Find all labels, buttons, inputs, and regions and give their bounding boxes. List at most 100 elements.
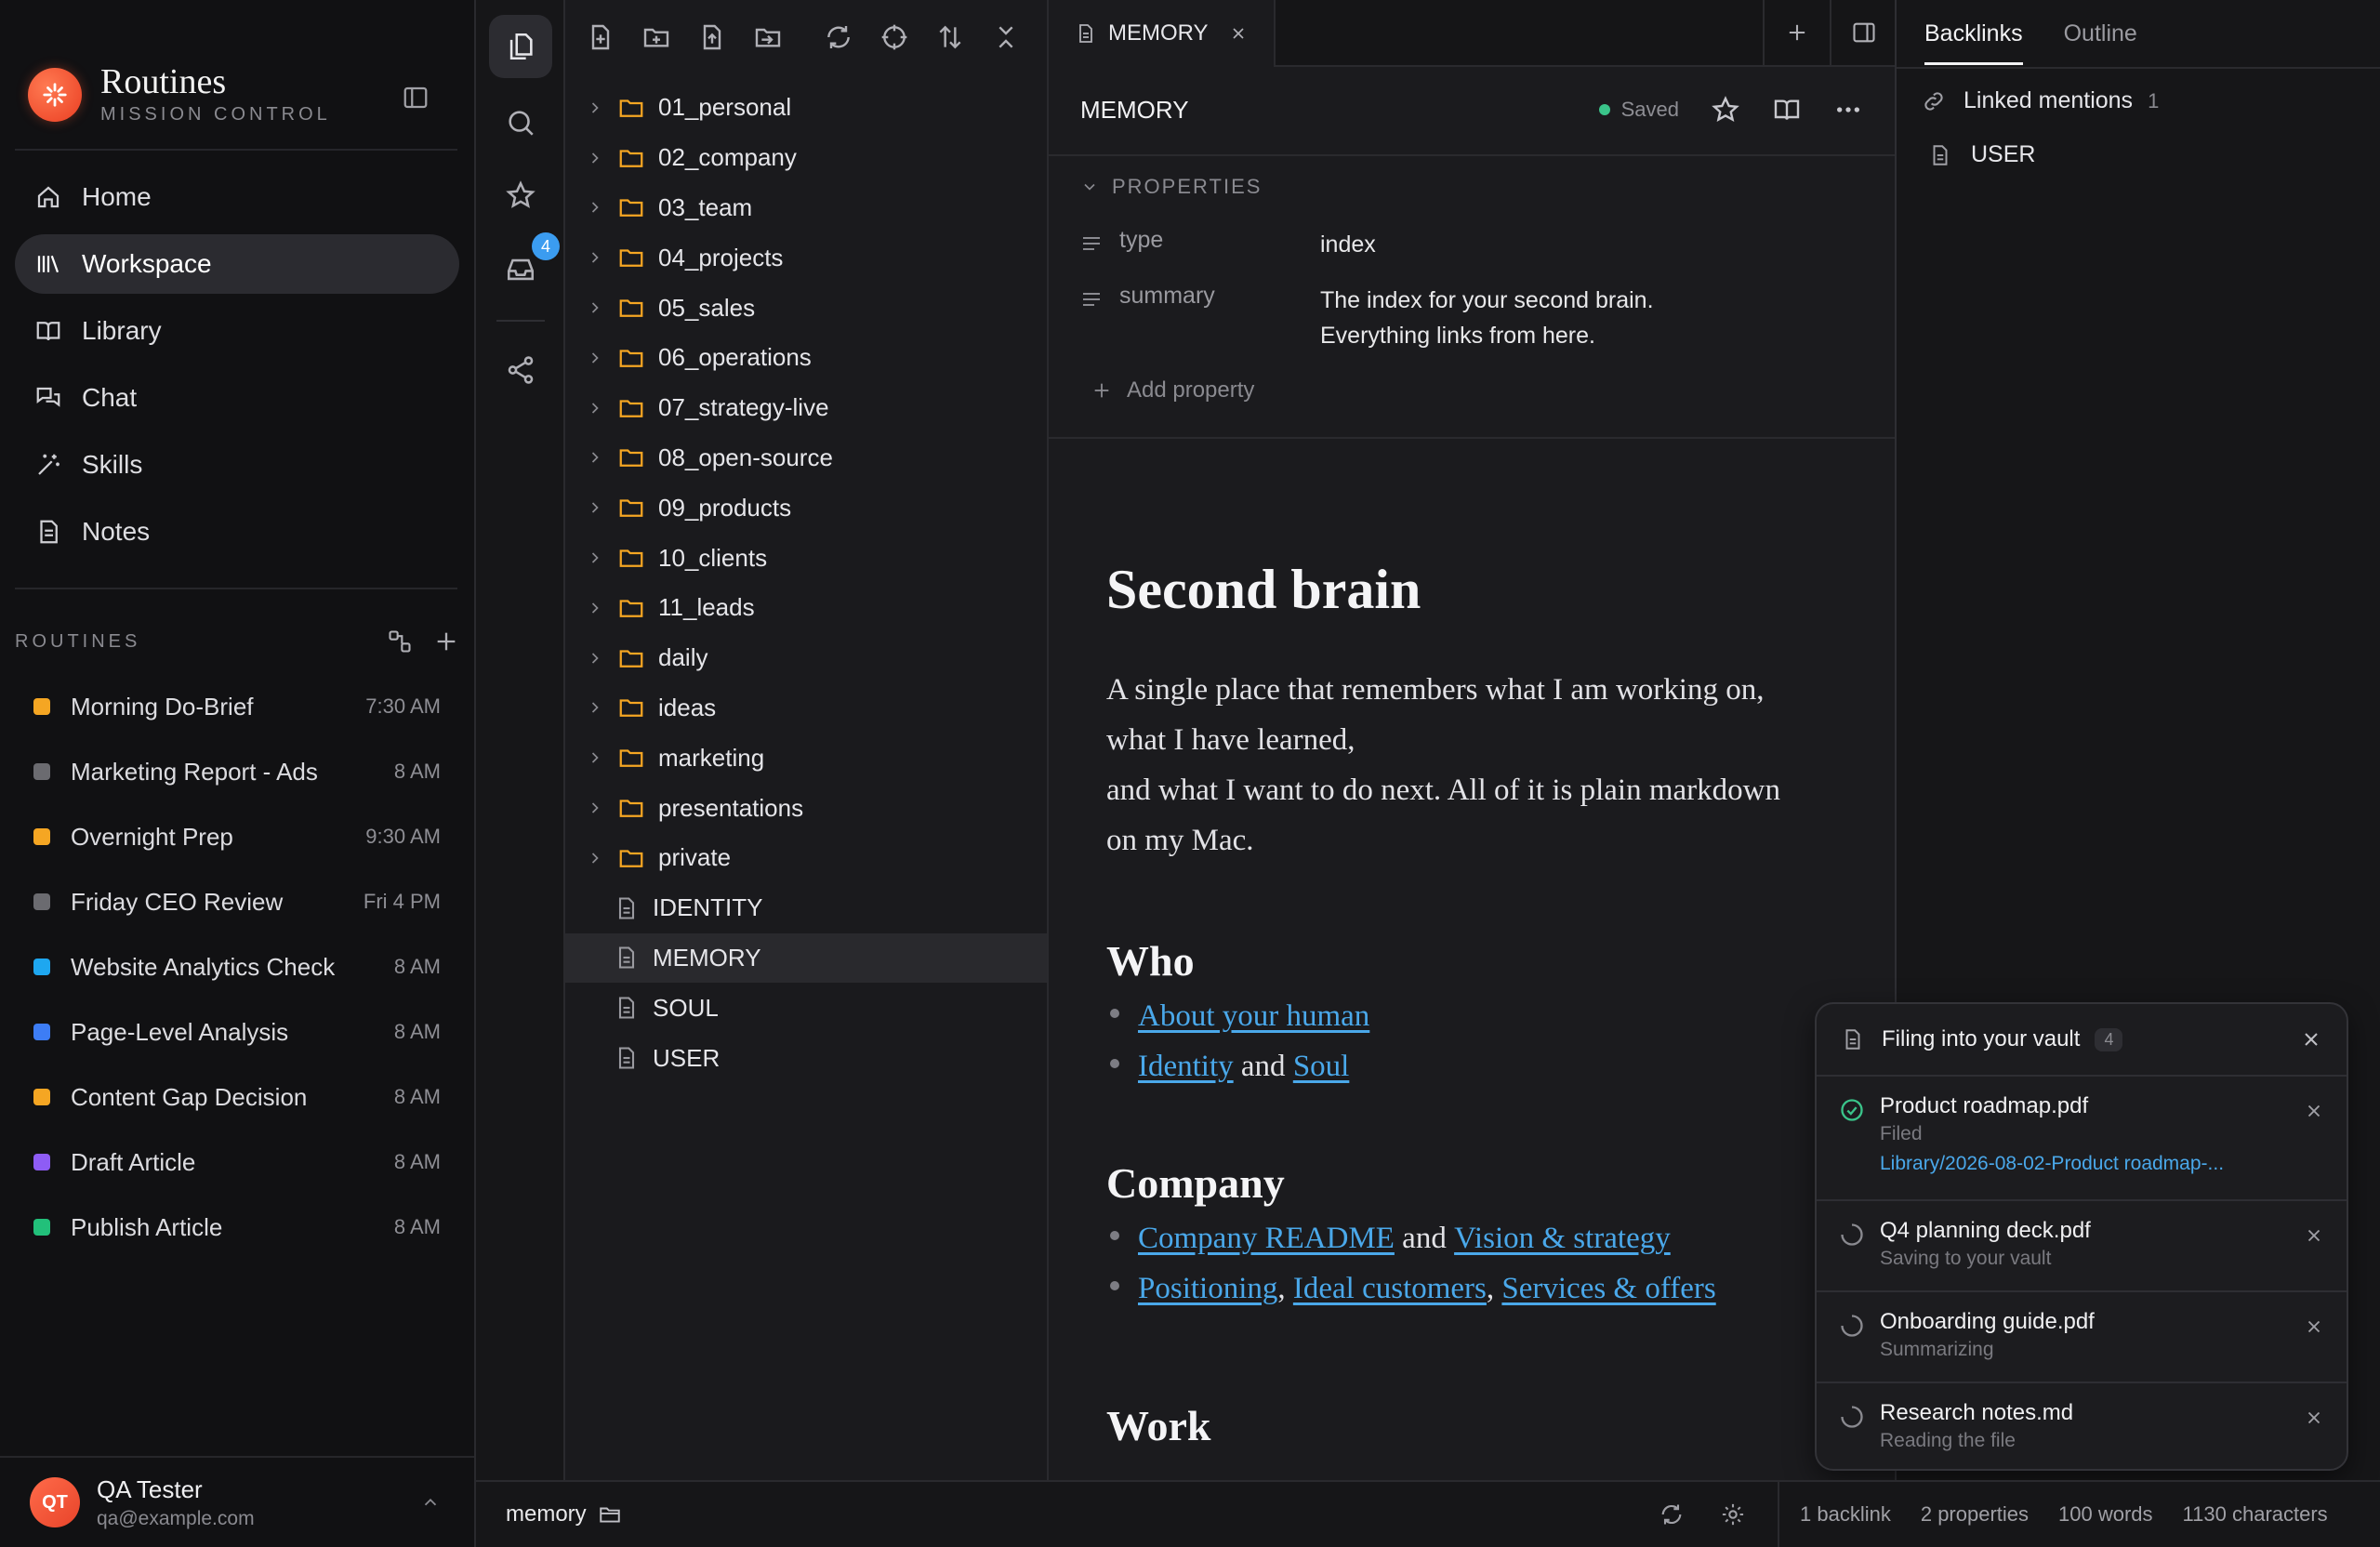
routine-item[interactable]: Friday CEO Review Fri 4 PM — [15, 869, 459, 934]
star-icon[interactable] — [489, 164, 552, 227]
chevron-right-icon[interactable] — [586, 599, 604, 617]
dismiss-icon[interactable] — [2304, 1101, 2324, 1121]
files-icon[interactable] — [489, 15, 552, 78]
routine-item[interactable]: Website Analytics Check 8 AM — [15, 934, 459, 999]
folder-item[interactable]: private — [565, 833, 1047, 883]
routine-item[interactable]: Publish Article 8 AM — [15, 1195, 459, 1260]
link-soul[interactable]: Soul — [1293, 1041, 1350, 1091]
folder-item[interactable]: ideas — [565, 683, 1047, 734]
brand[interactable]: Routines MISSION CONTROL — [28, 63, 331, 126]
close-tab-icon[interactable] — [1229, 24, 1248, 43]
close-icon[interactable] — [2300, 1028, 2322, 1051]
locate-crosshair-icon[interactable] — [879, 22, 909, 52]
chevron-right-icon[interactable] — [586, 498, 604, 517]
folder-item[interactable]: 03_team — [565, 183, 1047, 233]
more-options-icon[interactable] — [1833, 95, 1863, 125]
link-vision-strategy[interactable]: Vision & strategy — [1454, 1213, 1671, 1263]
toggle-right-panel-icon[interactable] — [1830, 0, 1895, 65]
link-services-offers[interactable]: Services & offers — [1501, 1263, 1715, 1314]
link-ideal-customers[interactable]: Ideal customers — [1293, 1263, 1487, 1314]
tab-backlinks[interactable]: Backlinks — [1924, 20, 2023, 65]
nav-item-home[interactable]: Home — [15, 167, 459, 227]
graph-share-icon[interactable] — [489, 338, 552, 402]
link-company-readme[interactable]: Company README — [1138, 1213, 1395, 1263]
job-item[interactable]: Product roadmap.pdf Filed Library/2026-0… — [1817, 1077, 2347, 1201]
routine-flow-icon[interactable] — [387, 628, 413, 654]
property-row-summary[interactable]: summary The index for your second brain.… — [1080, 283, 1841, 353]
sidebar-toggle-icon[interactable] — [402, 84, 430, 112]
dismiss-icon[interactable] — [2304, 1316, 2324, 1337]
nav-item-notes[interactable]: Notes — [15, 502, 459, 562]
new-file-icon[interactable] — [586, 22, 615, 52]
chevron-right-icon[interactable] — [586, 448, 604, 467]
folder-item[interactable]: 07_strategy-live — [565, 383, 1047, 433]
property-value[interactable]: index — [1320, 227, 1841, 262]
chevron-right-icon[interactable] — [586, 549, 604, 567]
job-item[interactable]: Research notes.md Reading the file — [1817, 1383, 2347, 1469]
new-tab-icon[interactable] — [1763, 0, 1830, 65]
routine-item[interactable]: Morning Do-Brief 7:30 AM — [15, 674, 459, 739]
chevron-right-icon[interactable] — [586, 149, 604, 167]
properties-toggle[interactable]: PROPERTIES — [1080, 175, 1262, 199]
move-folder-icon[interactable] — [753, 22, 783, 52]
folder-item[interactable]: 10_clients — [565, 533, 1047, 583]
chevron-right-icon[interactable] — [586, 349, 604, 367]
file-item[interactable]: USER — [565, 1033, 1047, 1083]
current-folder[interactable]: memory — [506, 1482, 622, 1547]
file-item[interactable]: IDENTITY — [565, 883, 1047, 933]
add-property-button[interactable]: Add property — [1091, 377, 1254, 403]
user-profile[interactable]: QT QA Tester qa@example.com — [0, 1456, 474, 1547]
folder-item[interactable]: marketing — [565, 733, 1047, 783]
folder-item[interactable]: presentations — [565, 783, 1047, 833]
backlink-count[interactable]: 1 backlink — [1800, 1502, 1891, 1527]
folder-item[interactable]: 09_products — [565, 483, 1047, 533]
nav-item-workspace[interactable]: Workspace — [15, 234, 459, 294]
gear-icon[interactable] — [1720, 1501, 1746, 1527]
chevron-right-icon[interactable] — [586, 399, 604, 417]
routine-item[interactable]: Content Gap Decision 8 AM — [15, 1064, 459, 1130]
folder-item[interactable]: 08_open-source — [565, 433, 1047, 483]
search-icon[interactable] — [489, 91, 552, 154]
chevron-right-icon[interactable] — [586, 698, 604, 717]
folder-item[interactable]: 06_operations — [565, 333, 1047, 383]
link-about-your-human[interactable]: About your human — [1138, 991, 1369, 1041]
inbox-icon[interactable]: 4 — [489, 232, 560, 301]
dismiss-icon[interactable] — [2304, 1408, 2324, 1428]
tab-memory[interactable]: MEMORY — [1049, 0, 1276, 67]
reading-view-icon[interactable] — [1772, 95, 1802, 125]
chevron-right-icon[interactable] — [586, 99, 604, 117]
chevron-up-icon[interactable] — [420, 1492, 441, 1513]
folder-item[interactable]: 04_projects — [565, 232, 1047, 283]
folder-item[interactable]: 02_company — [565, 133, 1047, 183]
refresh-icon[interactable] — [824, 22, 853, 52]
document-body[interactable]: Second brain A single place that remembe… — [1106, 558, 1850, 1450]
chevron-right-icon[interactable] — [586, 198, 604, 217]
sort-icon[interactable] — [935, 22, 965, 52]
nav-item-chat[interactable]: Chat — [15, 368, 459, 428]
new-folder-icon[interactable] — [641, 22, 671, 52]
file-item[interactable]: SOUL — [565, 983, 1047, 1033]
job-item[interactable]: Q4 planning deck.pdf Saving to your vaul… — [1817, 1201, 2347, 1292]
routine-item[interactable]: Draft Article 8 AM — [15, 1130, 459, 1195]
favorite-star-icon[interactable] — [1711, 95, 1740, 125]
chevron-right-icon[interactable] — [586, 248, 604, 267]
folder-item[interactable]: 05_sales — [565, 283, 1047, 333]
link-identity[interactable]: Identity — [1138, 1041, 1234, 1091]
nav-item-library[interactable]: Library — [15, 301, 459, 361]
routine-item[interactable]: Marketing Report - Ads 8 AM — [15, 739, 459, 804]
folder-item[interactable]: 11_leads — [565, 583, 1047, 633]
job-path-link[interactable]: Library/2026-08-02-Product roadmap-... — [1880, 1153, 2291, 1175]
dismiss-icon[interactable] — [2304, 1225, 2324, 1246]
file-item[interactable]: MEMORY — [565, 932, 1047, 984]
chevron-right-icon[interactable] — [586, 849, 604, 867]
sync-icon[interactable] — [1659, 1501, 1685, 1527]
tab-outline[interactable]: Outline — [2064, 20, 2137, 65]
job-item[interactable]: Onboarding guide.pdf Summarizing — [1817, 1292, 2347, 1383]
folder-item[interactable]: daily — [565, 633, 1047, 683]
nav-item-skills[interactable]: Skills — [15, 435, 459, 495]
property-value[interactable]: The index for your second brain. Everyth… — [1320, 283, 1841, 353]
folder-item[interactable]: 01_personal — [565, 83, 1047, 133]
chevron-right-icon[interactable] — [586, 748, 604, 767]
routine-item[interactable]: Page-Level Analysis 8 AM — [15, 999, 459, 1064]
chevron-right-icon[interactable] — [586, 799, 604, 817]
